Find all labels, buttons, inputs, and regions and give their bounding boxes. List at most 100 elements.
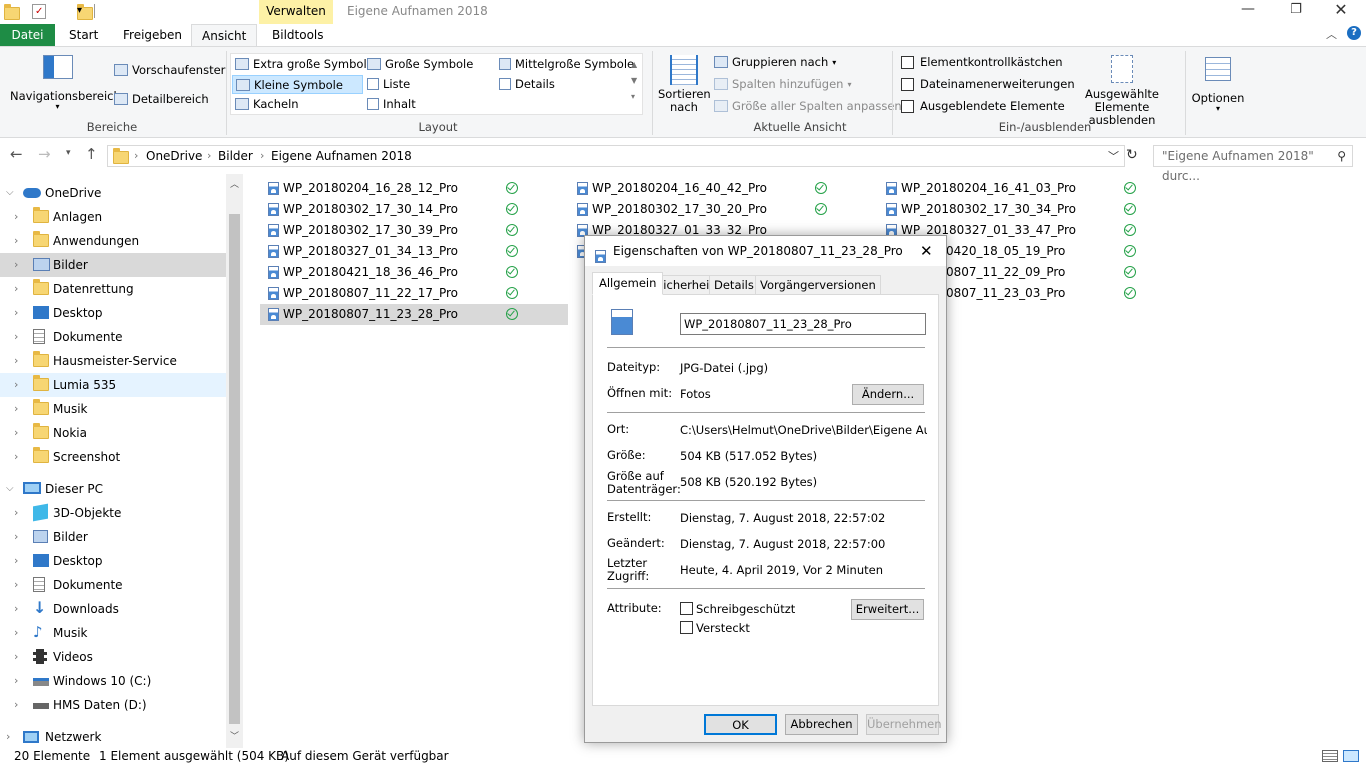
nav-item-3d-objekte[interactable]: › 3D-Objekte bbox=[0, 501, 226, 525]
file-item-selected[interactable]: WP_20180807_11_23_28_Pro bbox=[260, 304, 568, 325]
expanded-chevron-icon[interactable]: ⌵ bbox=[6, 477, 14, 501]
nav-item-screenshot[interactable]: › Screenshot bbox=[0, 445, 226, 469]
collapsed-chevron-icon[interactable]: › bbox=[14, 597, 18, 621]
collapsed-chevron-icon[interactable]: › bbox=[14, 645, 18, 669]
gruppieren-button[interactable]: Gruppieren nach ▾ bbox=[714, 55, 836, 69]
tab-start[interactable]: Start bbox=[59, 24, 108, 46]
collapsed-chevron-icon[interactable]: › bbox=[14, 621, 18, 645]
ribbon-collapse-icon[interactable]: ︿ bbox=[1326, 26, 1337, 42]
nav-item-datenrettung[interactable]: › Datenrettung bbox=[0, 277, 226, 301]
refresh-icon[interactable]: ↻ bbox=[1126, 147, 1138, 163]
tab-vorgaengerversionen[interactable]: Vorgängerversionen bbox=[755, 275, 881, 295]
collapsed-chevron-icon[interactable]: › bbox=[14, 325, 18, 349]
ok-button[interactable]: OK bbox=[704, 714, 777, 735]
ausgewaehlte-ausblenden-button[interactable]: Ausgewählte Elemente ausblenden bbox=[1063, 55, 1181, 127]
collapsed-chevron-icon[interactable]: › bbox=[14, 253, 18, 277]
aendern-button[interactable]: Ändern... bbox=[852, 384, 924, 405]
nav-item-nokia[interactable]: › Nokia bbox=[0, 421, 226, 445]
nav-scroll-thumb[interactable] bbox=[229, 214, 240, 724]
help-icon[interactable]: ? bbox=[1347, 26, 1361, 40]
nav-item-anlagen[interactable]: › Anlagen bbox=[0, 205, 226, 229]
file-item[interactable]: WP_20180302_17_30_34_Pro bbox=[878, 199, 1186, 220]
nav-dieser-pc[interactable]: ⌵ Dieser PC bbox=[0, 477, 226, 501]
collapsed-chevron-icon[interactable]: › bbox=[14, 277, 18, 301]
nav-item-desktop[interactable]: › Desktop bbox=[0, 301, 226, 325]
layout-kacheln[interactable]: Kacheln bbox=[235, 97, 299, 111]
tab-details[interactable]: Details bbox=[709, 275, 759, 295]
file-item[interactable]: WP_20180204_16_28_12_Pro bbox=[260, 178, 568, 199]
filename-input[interactable]: WP_20180807_11_23_28_Pro bbox=[680, 313, 926, 335]
recent-locations-icon[interactable]: ▾ bbox=[66, 148, 71, 158]
optionen-button[interactable]: Optionen ▾ bbox=[1190, 57, 1246, 113]
collapsed-chevron-icon[interactable]: › bbox=[14, 525, 18, 549]
file-item[interactable]: WP_20180204_16_41_03_Pro bbox=[878, 178, 1186, 199]
close-icon[interactable]: ✕ bbox=[1326, 0, 1356, 19]
breadcrumb-bilder[interactable]: Bilder bbox=[218, 149, 253, 163]
versteckt-checkbox[interactable] bbox=[680, 621, 693, 634]
nav-item-anwendungen[interactable]: › Anwendungen bbox=[0, 229, 226, 253]
properties-quick-icon[interactable]: ✓ bbox=[32, 4, 46, 19]
expanded-chevron-icon[interactable]: ⌵ bbox=[6, 181, 14, 205]
vorschaufenster-button[interactable]: Vorschaufenster bbox=[114, 63, 225, 77]
detailbereich-button[interactable]: Detailbereich bbox=[114, 92, 209, 106]
breadcrumb-current[interactable]: Eigene Aufnamen 2018 bbox=[271, 149, 412, 163]
dialog-close-icon[interactable]: ✕ bbox=[920, 236, 933, 266]
file-item[interactable]: WP_20180302_17_30_14_Pro bbox=[260, 199, 568, 220]
layout-mittelgross[interactable]: Mittelgroße Symbole bbox=[499, 57, 634, 71]
scroll-down-icon[interactable]: ﹀ bbox=[230, 729, 239, 742]
schreibgeschuetzt-checkbox[interactable] bbox=[680, 602, 693, 615]
minimize-icon[interactable]: — bbox=[1233, 1, 1263, 17]
file-item[interactable]: WP_20180302_17_30_39_Pro bbox=[260, 220, 568, 241]
up-arrow-icon[interactable]: ↑ bbox=[85, 145, 98, 163]
nav-item-pc-desktop[interactable]: › Desktop bbox=[0, 549, 226, 573]
sortieren-nach-button[interactable]: Sortieren nach bbox=[658, 55, 711, 114]
quick-access-dropdown-icon[interactable]: ▾ bbox=[77, 5, 82, 16]
file-item[interactable]: WP_20180327_01_34_13_Pro bbox=[260, 241, 568, 262]
gallery-scroll-icon[interactable]: ▲ ▼ ▾ bbox=[631, 57, 637, 105]
collapsed-chevron-icon[interactable]: › bbox=[14, 301, 18, 325]
layout-kleine-symbole[interactable]: Kleine Symbole bbox=[232, 75, 363, 94]
large-icons-view-icon[interactable] bbox=[1343, 750, 1359, 762]
nav-item-pc-dokumente[interactable]: › Dokumente bbox=[0, 573, 226, 597]
restore-icon[interactable]: ❐ bbox=[1281, 2, 1311, 17]
dateinamenerweiterungen-checkbox[interactable]: Dateinamenerweiterungen bbox=[901, 77, 1075, 91]
file-item[interactable]: WP_20180204_16_40_42_Pro bbox=[569, 178, 877, 199]
file-item[interactable]: WP_20180421_18_36_46_Pro bbox=[260, 262, 568, 283]
search-input[interactable]: "Eigene Aufnamen 2018" durc... ⚲ bbox=[1153, 145, 1353, 183]
nav-item-pc-musik[interactable]: › ♪ Musik bbox=[0, 621, 226, 645]
details-view-icon[interactable] bbox=[1322, 750, 1338, 762]
tab-datei[interactable]: Datei bbox=[0, 24, 55, 46]
collapsed-chevron-icon[interactable]: › bbox=[14, 373, 18, 397]
ausgeblendete-elemente-checkbox[interactable]: Ausgeblendete Elemente bbox=[901, 99, 1065, 113]
layout-liste[interactable]: Liste bbox=[367, 77, 410, 91]
nav-item-videos[interactable]: › Videos bbox=[0, 645, 226, 669]
erweitert-button[interactable]: Erweitert... bbox=[851, 599, 924, 620]
layout-extra-gross[interactable]: Extra große Symbole bbox=[235, 57, 374, 71]
collapsed-chevron-icon[interactable]: › bbox=[14, 693, 18, 717]
breadcrumb-onedrive[interactable]: OneDrive bbox=[146, 149, 202, 163]
collapsed-chevron-icon[interactable]: › bbox=[14, 501, 18, 525]
nav-item-downloads[interactable]: › ↓ Downloads bbox=[0, 597, 226, 621]
abbrechen-button[interactable]: Abbrechen bbox=[785, 714, 858, 735]
nav-item-dokumente[interactable]: › Dokumente bbox=[0, 325, 226, 349]
collapsed-chevron-icon[interactable]: › bbox=[14, 445, 18, 469]
layout-inhalt[interactable]: Inhalt bbox=[367, 97, 416, 111]
nav-item-musik[interactable]: › Musik bbox=[0, 397, 226, 421]
elementkontrollkaestchen-checkbox[interactable]: Elementkontrollkästchen bbox=[901, 55, 1063, 69]
back-arrow-icon[interactable]: ← bbox=[10, 145, 23, 163]
file-item[interactable]: WP_20180302_17_30_20_Pro bbox=[569, 199, 877, 220]
tab-freigeben[interactable]: Freigeben bbox=[113, 24, 192, 46]
collapsed-chevron-icon[interactable]: › bbox=[14, 349, 18, 373]
forward-arrow-icon[interactable]: → bbox=[38, 145, 51, 163]
collapsed-chevron-icon[interactable]: › bbox=[14, 397, 18, 421]
nav-onedrive[interactable]: ⌵ OneDrive bbox=[0, 181, 226, 205]
nav-scrollbar[interactable]: ︿ ﹀ bbox=[226, 174, 243, 748]
nav-item-bilder-selected[interactable]: › Bilder bbox=[0, 253, 226, 277]
collapsed-chevron-icon[interactable]: › bbox=[14, 573, 18, 597]
nav-item-windows-c[interactable]: › Windows 10 (C:) bbox=[0, 669, 226, 693]
nav-item-hms-d[interactable]: › HMS Daten (D:) bbox=[0, 693, 226, 717]
collapsed-chevron-icon[interactable]: › bbox=[14, 669, 18, 693]
address-dropdown-icon[interactable]: ﹀ bbox=[1108, 148, 1119, 164]
uebernehmen-button[interactable]: Übernehmen bbox=[866, 714, 942, 735]
nav-item-lumia-hover[interactable]: › Lumia 535 bbox=[0, 373, 226, 397]
